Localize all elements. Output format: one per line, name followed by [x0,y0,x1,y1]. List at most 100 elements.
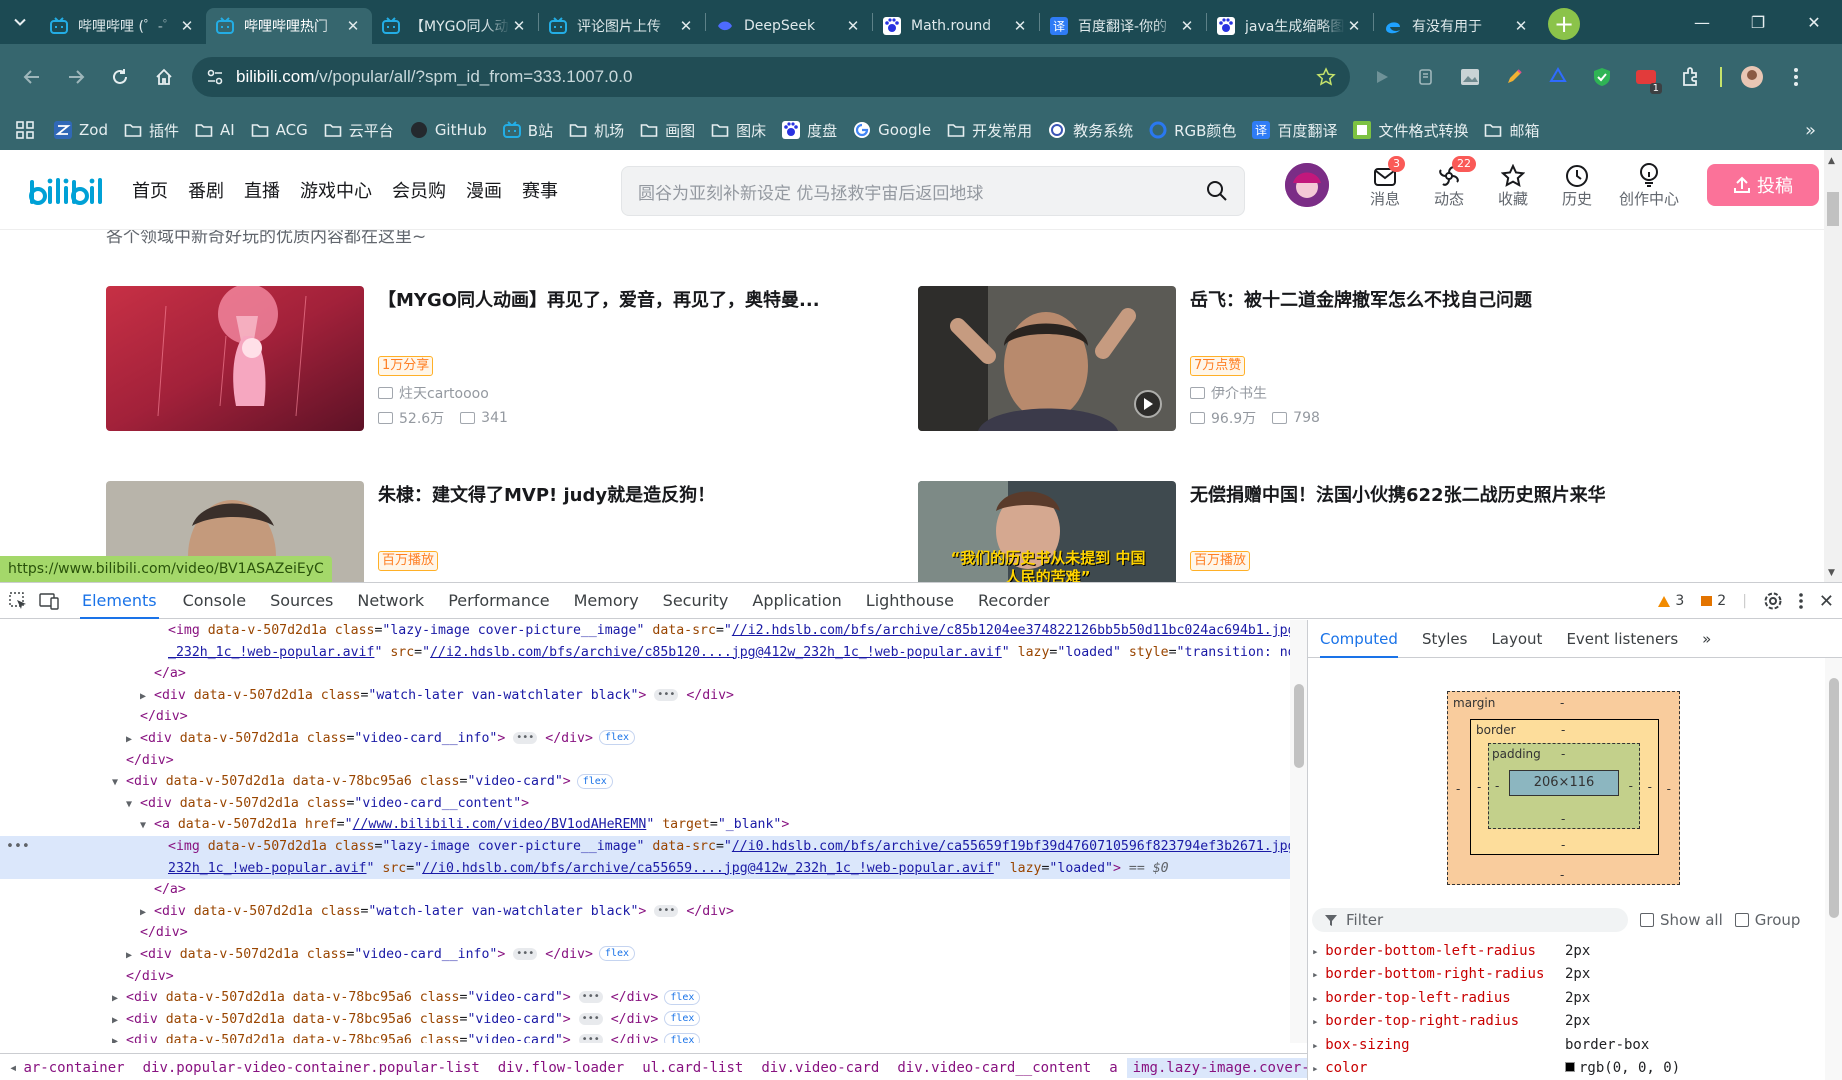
crumb[interactable]: div.popular-video-container.popular-list [143,1060,480,1076]
back-button[interactable] [10,57,54,97]
crumb-selected[interactable]: img.lazy-image.cover-picture__image [1126,1057,1307,1078]
video-thumbnail[interactable]: “我们的历史书从未提到 中国人民的苦难” [918,481,1176,582]
browser-tab[interactable]: 哔哩哔哩热门 ✕ [206,8,372,44]
bookmark-item[interactable]: B站 [502,120,553,141]
dom-node[interactable]: ▼ <a data-v-507d2d1a href="//www.bilibili… [0,814,1290,836]
bookmark-item[interactable]: 图床 [711,120,766,141]
bookmark-item[interactable]: 度盘 [782,120,837,141]
nav-esports[interactable]: 赛事 [522,177,558,203]
browser-tab[interactable]: Math.round ✕ [873,8,1039,44]
bookmark-item[interactable]: 译百度翻译 [1252,120,1337,141]
bookmark-item[interactable]: 机场 [569,120,624,141]
crumb[interactable]: ar-container [23,1060,124,1076]
bookmark-item[interactable]: 邮箱 [1484,120,1539,141]
apps-grid-icon[interactable] [16,121,34,139]
dom-node[interactable]: ▶ <div data-v-507d2d1a data-v-78bc95a6 cl… [0,1030,1290,1043]
nav-live[interactable]: 直播 [244,177,280,203]
devtools-tab-lighthouse[interactable]: Lighthouse [866,583,954,619]
warnings-count[interactable]: 3 [1657,593,1684,609]
devtools-tab-performance[interactable]: Performance [448,583,549,619]
forward-button[interactable] [54,57,98,97]
browser-menu-icon[interactable] [1774,57,1818,97]
close-icon[interactable]: ✕ [510,17,528,35]
header-entry-messages[interactable]: 3 消息 [1353,156,1417,209]
dom-node[interactable]: </div> [0,966,1290,988]
crumb[interactable]: div.flow-loader [498,1060,624,1076]
dom-node[interactable]: <img data-v-507d2d1a class="lazy-image c… [0,620,1290,642]
close-icon[interactable]: ✕ [344,17,362,35]
more-tabs-button[interactable]: » [1702,620,1711,658]
crumb[interactable]: ul.card-list [642,1060,743,1076]
bookmark-item[interactable]: RGB颜色 [1149,120,1236,141]
reload-button[interactable] [98,57,142,97]
close-icon[interactable]: ✕ [1345,17,1363,35]
computed-property[interactable]: border-top-left-radius2px [1312,987,1822,1010]
user-avatar[interactable] [1285,162,1329,207]
devtools-tab-security[interactable]: Security [663,583,729,619]
dom-node[interactable]: ▼ <div data-v-507d2d1a data-v-78bc95a6 cl… [0,771,1290,793]
devtools-tab-application[interactable]: Application [752,583,841,619]
page-scrollbar[interactable]: ▲ ▼ [1824,150,1842,582]
pen-ext-icon[interactable] [1492,57,1536,97]
computed-property[interactable]: border-top-right-radius2px [1312,1010,1822,1033]
header-entry-creator[interactable]: 创作中心 [1609,160,1689,209]
devtools-tab-elements[interactable]: Elements [80,583,159,619]
devtools-settings-icon[interactable] [1763,591,1783,611]
browser-tab[interactable]: 哔哩哔哩 (゜-゜)つロ 干杯~✕ [40,8,206,44]
bookmark-item[interactable]: 画图 [640,120,695,141]
dom-node[interactable]: ▶ <div data-v-507d2d1a class="video-card_… [0,728,1290,750]
video-title[interactable]: 岳飞：被十二道金牌撤军怎么不找自己问题 [1190,286,1532,312]
dom-node-selected-cont[interactable]: 232h_1c_!web-popular.avif" src="//i0.hds… [0,857,1290,880]
close-window-button[interactable]: ✕ [1786,0,1842,44]
bookmark-item[interactable]: GitHub [410,121,487,139]
bookmark-item[interactable]: 开发常用 [947,120,1032,141]
bookmark-item[interactable]: 文件格式转换 [1353,120,1468,141]
computed-property[interactable]: border-bottom-right-radius2px [1312,963,1822,986]
video-uploader[interactable]: 伊介书生 [1190,383,1267,403]
dom-node[interactable]: </div> [0,922,1290,944]
computed-property[interactable]: border-bottom-left-radius2px [1312,940,1822,963]
dom-node[interactable]: </div> [0,750,1290,772]
restore-button[interactable]: ❐ [1730,0,1786,44]
browser-tab[interactable]: 【MYGO同人动画】✕ [372,8,538,44]
close-icon[interactable]: ✕ [1178,17,1196,35]
close-icon[interactable]: ✕ [178,17,196,35]
bookmark-item[interactable]: 云平台 [324,120,394,141]
devtools-tab-console[interactable]: Console [183,583,247,619]
bilibili-logo[interactable] [28,172,106,208]
video-card[interactable]: 【MYGO同人动画】再见了，爱音，再见了，奥特曼... 1万分享 炷天carto… [106,286,906,432]
blue-ext-icon[interactable] [1536,57,1580,97]
dom-node[interactable]: ▼ <div data-v-507d2d1a class="video-card_… [0,793,1290,815]
browser-tab[interactable]: 有没有用于 ✕ [1374,8,1540,44]
inspect-element-icon[interactable] [8,591,28,611]
dom-node[interactable]: </a> [0,663,1290,685]
home-button[interactable] [142,57,186,97]
nav-game-center[interactable]: 游戏中心 [300,177,372,203]
profile-avatar[interactable] [1730,57,1774,97]
group-checkbox[interactable]: Group [1734,911,1800,929]
header-entry-favorites[interactable]: 收藏 [1481,160,1545,209]
dom-node[interactable]: ▶ <div data-v-507d2d1a data-v-78bc95a6 cl… [0,1009,1290,1031]
dom-node-selected[interactable]: ••• <img data-v-507d2d1a class="lazy-imag… [0,835,1290,858]
show-all-checkbox[interactable]: Show all [1640,911,1723,929]
dom-node[interactable]: ▶ <div data-v-507d2d1a class="video-card_… [0,944,1290,966]
bookmark-item[interactable]: 教务系统 [1048,120,1133,141]
bookmark-item[interactable]: Zod [54,121,108,139]
close-icon[interactable]: ✕ [844,17,862,35]
video-thumbnail[interactable] [918,286,1176,431]
tab-computed[interactable]: Computed [1320,620,1398,658]
upload-button[interactable]: 投稿 [1707,163,1819,206]
bookmark-item[interactable]: Google [853,121,931,139]
dom-scrollbar[interactable] [1290,620,1307,1043]
site-search-input[interactable]: 圆谷为亚刻补新设定 优马拯救宇宙后返回地球 [621,166,1245,216]
address-bar[interactable]: bilibili.com/v/popular/all/?spm_id_from=… [192,57,1350,97]
video-title[interactable]: 无偿捐赠中国！法国小伙携622张二战历史照片来华 [1190,481,1606,507]
computed-property[interactable]: box-sizingborder-box [1312,1034,1822,1057]
bookmark-item[interactable]: 插件 [124,120,179,141]
close-icon[interactable]: ✕ [1512,17,1530,35]
devtools-tab-network[interactable]: Network [357,583,424,619]
header-entry-dynamics[interactable]: 22 动态 [1417,156,1481,209]
browser-tab[interactable]: java生成缩略图 ✕ [1207,8,1373,44]
search-icon[interactable] [1206,180,1228,202]
devtools-tab-recorder[interactable]: Recorder [978,583,1050,619]
